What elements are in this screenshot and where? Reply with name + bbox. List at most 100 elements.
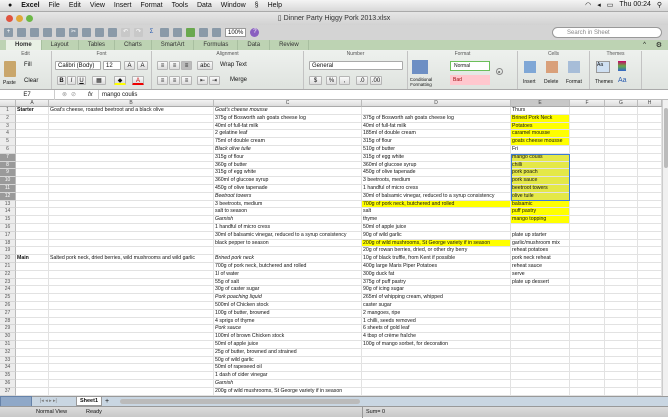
insert-icon[interactable] xyxy=(524,61,536,73)
cell-D35[interactable] xyxy=(362,372,511,380)
cell-B9[interactable] xyxy=(49,169,214,177)
cell-E33[interactable] xyxy=(511,357,570,365)
cell-C37[interactable]: 200g of wild mushrooms, St George variet… xyxy=(214,388,362,396)
cell-D16[interactable]: 50ml of apple juice xyxy=(362,224,511,232)
style-normal[interactable]: Normal xyxy=(450,61,490,71)
cell-A11[interactable] xyxy=(16,185,49,193)
cell-B15[interactable] xyxy=(49,216,214,224)
cell-F33[interactable] xyxy=(570,357,605,365)
cell-G25[interactable] xyxy=(605,294,638,302)
cell-F27[interactable] xyxy=(570,310,605,318)
cell-A13[interactable] xyxy=(16,201,49,209)
cell-F21[interactable] xyxy=(570,263,605,271)
cell-H37[interactable] xyxy=(638,388,662,396)
merge-button[interactable]: Merge xyxy=(230,77,247,83)
script-icon[interactable]: § xyxy=(255,2,259,9)
cell-C25[interactable]: Pork poaching liquid xyxy=(214,294,362,302)
cell-C8[interactable]: 360g of butter xyxy=(214,162,362,170)
cell-C31[interactable]: 50ml of apple juice xyxy=(214,341,362,349)
cell-C3[interactable]: 40ml of full-fat milk xyxy=(214,123,362,131)
fill-color-icon[interactable]: ◆ xyxy=(114,76,126,85)
wifi-icon[interactable]: ◠ xyxy=(585,1,591,9)
cell-G28[interactable] xyxy=(605,318,638,326)
cell-G16[interactable] xyxy=(605,224,638,232)
cell-C32[interactable]: 25g of butter, browned and strained xyxy=(214,349,362,357)
cell-D28[interactable]: 1 chilli, seeds removed xyxy=(362,318,511,326)
row-header[interactable]: 14 xyxy=(0,208,16,216)
gear-icon[interactable]: ⚙ xyxy=(656,41,662,49)
cell-D24[interactable]: 90g of icing sugar xyxy=(362,286,511,294)
cell-G35[interactable] xyxy=(605,372,638,380)
cell-F37[interactable] xyxy=(570,388,605,396)
cell-H6[interactable] xyxy=(638,146,662,154)
cell-E1[interactable]: Thurs xyxy=(511,107,570,115)
cell-G12[interactable] xyxy=(605,193,638,201)
cell-D7[interactable]: 315g of egg white xyxy=(362,154,511,162)
menu-help[interactable]: Help xyxy=(268,2,282,9)
delete-icon[interactable] xyxy=(546,61,558,73)
clock[interactable]: Thu 00:24 xyxy=(619,1,651,9)
align-top-icon[interactable]: ≡ xyxy=(157,61,168,70)
align-center-icon[interactable]: ≡ xyxy=(169,76,180,85)
row-header[interactable]: 10 xyxy=(0,177,16,185)
cell-H14[interactable] xyxy=(638,208,662,216)
cell-D33[interactable] xyxy=(362,357,511,365)
row-header[interactable]: 12 xyxy=(0,193,16,201)
cell-H24[interactable] xyxy=(638,286,662,294)
cell-F25[interactable] xyxy=(570,294,605,302)
cell-B31[interactable] xyxy=(49,341,214,349)
cell-G3[interactable] xyxy=(605,123,638,131)
cell-A6[interactable] xyxy=(16,146,49,154)
cell-E27[interactable] xyxy=(511,310,570,318)
cell-B37[interactable] xyxy=(49,388,214,396)
column-header-G[interactable]: G xyxy=(605,100,638,107)
currency-icon[interactable]: $ xyxy=(309,76,322,85)
row-header[interactable]: 25 xyxy=(0,294,16,302)
row-header[interactable]: 33 xyxy=(0,357,16,365)
menu-edit[interactable]: Edit xyxy=(69,2,81,9)
cell-B19[interactable] xyxy=(49,247,214,255)
cell-G27[interactable] xyxy=(605,310,638,318)
cell-A8[interactable] xyxy=(16,162,49,170)
save-icon[interactable] xyxy=(43,28,52,37)
cell-F17[interactable] xyxy=(570,232,605,240)
cell-A19[interactable] xyxy=(16,247,49,255)
cell-F28[interactable] xyxy=(570,318,605,326)
theme-colors-icon[interactable] xyxy=(618,61,626,71)
cell-G24[interactable] xyxy=(605,286,638,294)
cell-C1[interactable]: Goat's cheese mousse xyxy=(214,107,362,115)
column-header-A[interactable]: A xyxy=(16,100,49,107)
cell-H13[interactable] xyxy=(638,201,662,209)
themes-button[interactable]: Themes xyxy=(595,79,613,85)
cell-F1[interactable] xyxy=(570,107,605,115)
cell-D22[interactable]: 300g duck fat xyxy=(362,271,511,279)
zoom-select[interactable]: 100% xyxy=(225,28,246,37)
vertical-scrollbar[interactable] xyxy=(662,100,668,396)
cell-F3[interactable] xyxy=(570,123,605,131)
cell-E6[interactable]: Fri xyxy=(511,146,570,154)
cell-B36[interactable] xyxy=(49,380,214,388)
cell-A33[interactable] xyxy=(16,357,49,365)
sum-readout[interactable]: Sum= 0 xyxy=(362,407,442,418)
cell-C10[interactable]: 360ml of glucose syrup xyxy=(214,177,362,185)
cell-C27[interactable]: 100g of butter, browned xyxy=(214,310,362,318)
menu-view[interactable]: View xyxy=(90,2,105,9)
cell-A9[interactable] xyxy=(16,169,49,177)
font-name-select[interactable]: Calibri (Body) xyxy=(55,61,101,70)
cell-A35[interactable] xyxy=(16,372,49,380)
increase-indent-icon[interactable]: ⇥ xyxy=(209,76,220,85)
cell-A32[interactable] xyxy=(16,349,49,357)
cell-B25[interactable] xyxy=(49,294,214,302)
row-header[interactable]: 2 xyxy=(0,115,16,123)
cell-H27[interactable] xyxy=(638,310,662,318)
cell-E30[interactable] xyxy=(511,333,570,341)
tab-layout[interactable]: Layout xyxy=(42,40,79,50)
formula-input[interactable]: mango coulis xyxy=(98,90,662,100)
cell-G18[interactable] xyxy=(605,240,638,248)
row-header[interactable]: 22 xyxy=(0,271,16,279)
cell-F16[interactable] xyxy=(570,224,605,232)
cell-H21[interactable] xyxy=(638,263,662,271)
cell-A12[interactable] xyxy=(16,193,49,201)
italic-button[interactable]: I xyxy=(67,76,76,85)
cell-B21[interactable] xyxy=(49,263,214,271)
